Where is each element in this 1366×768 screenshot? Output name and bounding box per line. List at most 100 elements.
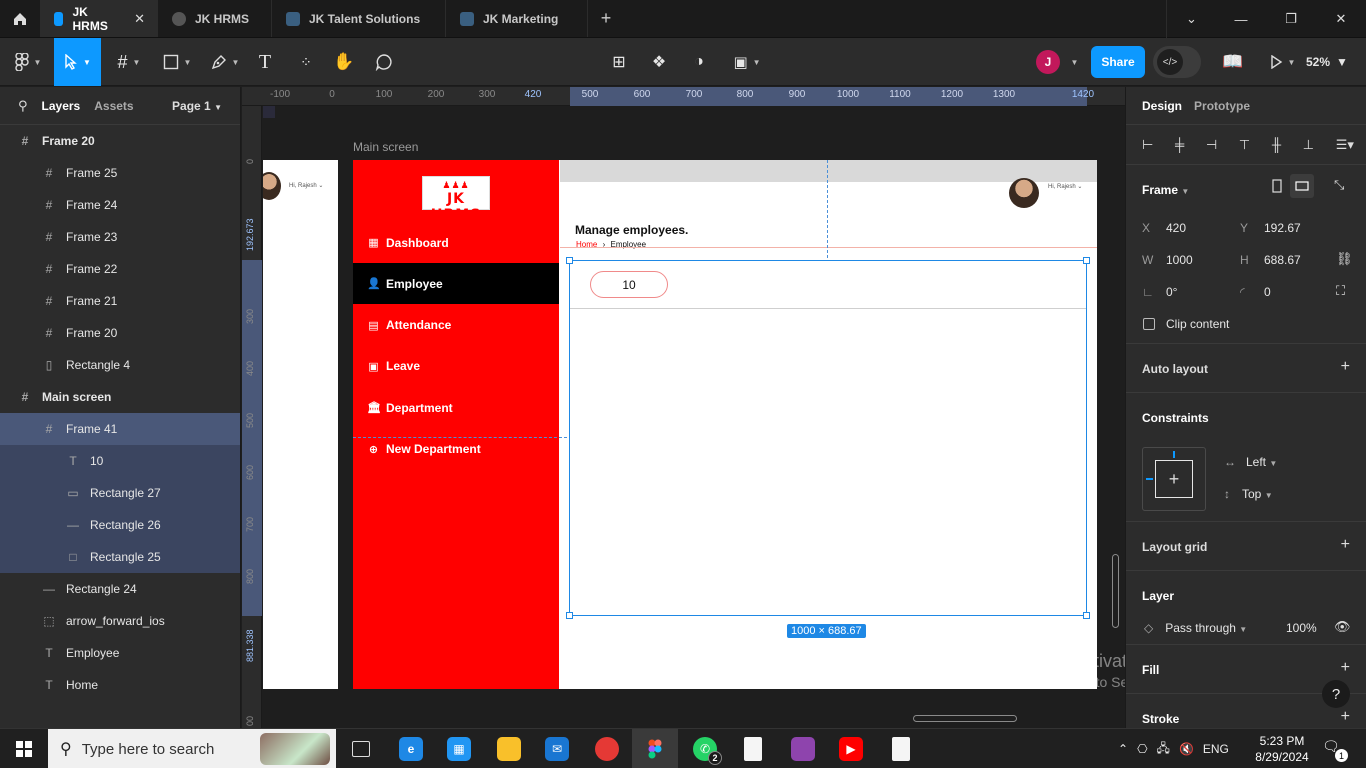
tab-design[interactable]: Design bbox=[1142, 99, 1182, 113]
layer-row[interactable]: # Frame 24 bbox=[0, 189, 240, 221]
layer-row[interactable]: # Frame 41 bbox=[0, 413, 240, 445]
frame-name-label[interactable]: Main screen bbox=[353, 140, 418, 154]
search-icon[interactable]: ⚲ bbox=[18, 98, 28, 114]
taskbar-app-file-explorer[interactable] bbox=[486, 729, 532, 768]
mask-button[interactable]: ◑ bbox=[687, 38, 711, 86]
taskbar-app-edge[interactable]: e bbox=[388, 729, 434, 768]
nav-item-employee[interactable]: 👤 Employee bbox=[353, 263, 559, 305]
layer-row[interactable]: # Main screen bbox=[0, 381, 240, 413]
canvas[interactable]: Hi, Rajesh ⌄ Main screen ♟♟♟ JK HRMS ▦ Da… bbox=[263, 106, 1125, 728]
layer-row[interactable]: # Frame 21 bbox=[0, 285, 240, 317]
collaborators-dropdown[interactable]: ▼ bbox=[1066, 38, 1079, 86]
nav-item-leave[interactable]: ▣ Leave bbox=[353, 346, 559, 387]
move-tool-button[interactable]: ▼ bbox=[54, 38, 101, 86]
frame-20-preview[interactable]: Hi, Rajesh ⌄ bbox=[263, 160, 338, 689]
layout-grid-tool-button[interactable]: ⊞ bbox=[607, 38, 631, 86]
distribute-icon[interactable]: ☰▾ bbox=[1336, 137, 1354, 153]
tabs-dropdown-button[interactable]: ⌄ bbox=[1166, 0, 1216, 38]
taskbar-app-mail[interactable]: ✉ bbox=[534, 729, 580, 768]
close-window-button[interactable]: ✕ bbox=[1316, 0, 1366, 38]
restore-button[interactable]: ❐ bbox=[1266, 0, 1316, 38]
tab-assets[interactable]: Assets bbox=[94, 99, 133, 113]
portrait-orientation-icon[interactable] bbox=[1272, 179, 1282, 196]
nav-item-new-department[interactable]: ⊕ New Department bbox=[353, 429, 559, 470]
layer-row[interactable]: — Rectangle 26 bbox=[0, 509, 240, 541]
taskbar-app-store[interactable]: ▦ bbox=[436, 729, 482, 768]
align-top-icon[interactable]: ⊤ bbox=[1239, 137, 1250, 153]
network-icon[interactable]: 🖧 bbox=[1157, 739, 1170, 760]
layer-row[interactable]: ⬚ arrow_forward_ios bbox=[0, 605, 240, 637]
nav-item-dashboard[interactable]: ▦ Dashboard bbox=[353, 222, 559, 263]
taskbar-app-youtube[interactable]: ▶ bbox=[828, 729, 874, 768]
taskbar-app-github-desktop[interactable] bbox=[780, 729, 826, 768]
frame-section-title[interactable]: Frame ▼ bbox=[1142, 183, 1189, 197]
width-field[interactable]: W 1000 bbox=[1142, 253, 1193, 267]
align-right-icon[interactable]: ⊣ bbox=[1206, 137, 1217, 153]
tab-prototype[interactable]: Prototype bbox=[1194, 99, 1250, 113]
volume-muted-icon[interactable]: 🔇 bbox=[1179, 742, 1194, 756]
nav-item-attendance[interactable]: ▤ Attendance bbox=[353, 305, 559, 346]
start-button[interactable] bbox=[0, 729, 48, 768]
help-button[interactable]: ? bbox=[1322, 680, 1350, 708]
horizontal-scrollbar[interactable] bbox=[913, 715, 1017, 722]
clock[interactable]: 5:23 PM 8/29/2024 bbox=[1250, 733, 1314, 765]
layer-row[interactable]: # Frame 25 bbox=[0, 157, 240, 189]
layer-row[interactable]: — Rectangle 24 bbox=[0, 573, 240, 605]
layer-row[interactable]: ▯ Rectangle 4 bbox=[0, 349, 240, 381]
rotation-field[interactable]: ∟ 0° bbox=[1142, 285, 1177, 299]
constraints-widget[interactable]: + bbox=[1142, 447, 1206, 511]
layer-row[interactable]: # Frame 23 bbox=[0, 221, 240, 253]
align-vertical-center-icon[interactable]: ╫ bbox=[1272, 137, 1281, 152]
close-icon[interactable]: ✕ bbox=[134, 11, 145, 27]
page-dropdown[interactable]: Page 1 ▼ bbox=[172, 99, 222, 113]
share-button[interactable]: Share bbox=[1091, 46, 1145, 78]
taskbar-app-document-2[interactable] bbox=[878, 729, 924, 768]
layer-row[interactable]: # Frame 20 bbox=[0, 125, 240, 157]
layer-row[interactable]: T 10 bbox=[0, 445, 240, 477]
add-auto-layout-icon[interactable]: + bbox=[1341, 358, 1350, 376]
resources-button[interactable]: ⁘ bbox=[294, 38, 318, 86]
frame-tool-button[interactable]: # ▼ bbox=[110, 38, 148, 86]
taskbar-search[interactable]: ⚲ Type here to search bbox=[48, 729, 336, 768]
independent-corners-icon[interactable]: ⛶ bbox=[1336, 283, 1345, 299]
resize-handle-bottom-left[interactable] bbox=[566, 612, 573, 619]
home-button[interactable] bbox=[0, 0, 40, 37]
dev-mode-toggle[interactable]: </> bbox=[1153, 46, 1201, 78]
horizontal-constraint-dropdown[interactable]: ↔ Left ▼ bbox=[1224, 455, 1277, 469]
library-button[interactable]: 📖 bbox=[1220, 38, 1246, 86]
taskbar-app-figma[interactable] bbox=[632, 729, 678, 768]
add-layout-grid-icon[interactable]: + bbox=[1341, 536, 1350, 554]
x-field[interactable]: X 420 bbox=[1142, 221, 1186, 235]
add-stroke-icon[interactable]: + bbox=[1341, 708, 1350, 726]
components-button[interactable]: ❖ bbox=[647, 38, 671, 86]
comment-tool-button[interactable] bbox=[372, 38, 396, 86]
avatar[interactable]: J bbox=[1036, 50, 1060, 74]
tab-file[interactable]: JK Marketing bbox=[446, 0, 588, 37]
layer-row[interactable]: T Home bbox=[0, 669, 240, 701]
vertical-scrollbar[interactable] bbox=[1112, 554, 1119, 628]
taskbar-app-document[interactable] bbox=[730, 729, 776, 768]
opacity-field[interactable]: 100% bbox=[1286, 621, 1317, 635]
resize-handle-bottom-right[interactable] bbox=[1083, 612, 1090, 619]
pen-tool-button[interactable]: ▼ bbox=[206, 38, 244, 86]
resize-handle-top-right[interactable] bbox=[1083, 257, 1090, 264]
layer-row[interactable]: ▭ Rectangle 27 bbox=[0, 477, 240, 509]
taskbar-app-whatsapp[interactable]: ✆ 2 bbox=[682, 729, 728, 768]
resize-to-fit-icon[interactable]: ⤡ bbox=[1334, 177, 1344, 193]
tab-file[interactable]: JK HRMS bbox=[158, 0, 272, 37]
layer-row[interactable]: # Frame 20 bbox=[0, 317, 240, 349]
constrain-proportions-icon[interactable]: ⛓ bbox=[1336, 251, 1353, 267]
layer-row[interactable]: □ Rectangle 25 bbox=[0, 541, 240, 573]
new-tab-button[interactable]: + bbox=[588, 0, 624, 37]
taskbar-app-task-view[interactable] bbox=[338, 729, 384, 768]
zoom-dropdown[interactable]: 52% ▼ bbox=[1306, 38, 1348, 86]
notification-center-button[interactable]: 🗨 1 bbox=[1322, 738, 1348, 762]
boolean-button[interactable]: ▣ ▼ bbox=[728, 38, 766, 86]
layer-row[interactable]: # Frame 22 bbox=[0, 253, 240, 285]
hand-tool-button[interactable]: ✋ bbox=[332, 38, 356, 86]
clip-content-checkbox[interactable] bbox=[1143, 318, 1155, 330]
blend-mode-dropdown[interactable]: ◇ Pass through ▼ bbox=[1144, 621, 1247, 635]
landscape-orientation-icon[interactable] bbox=[1290, 174, 1314, 198]
text-tool-button[interactable]: T bbox=[254, 38, 276, 86]
webcam-icon[interactable]: ⎔ bbox=[1137, 742, 1147, 756]
